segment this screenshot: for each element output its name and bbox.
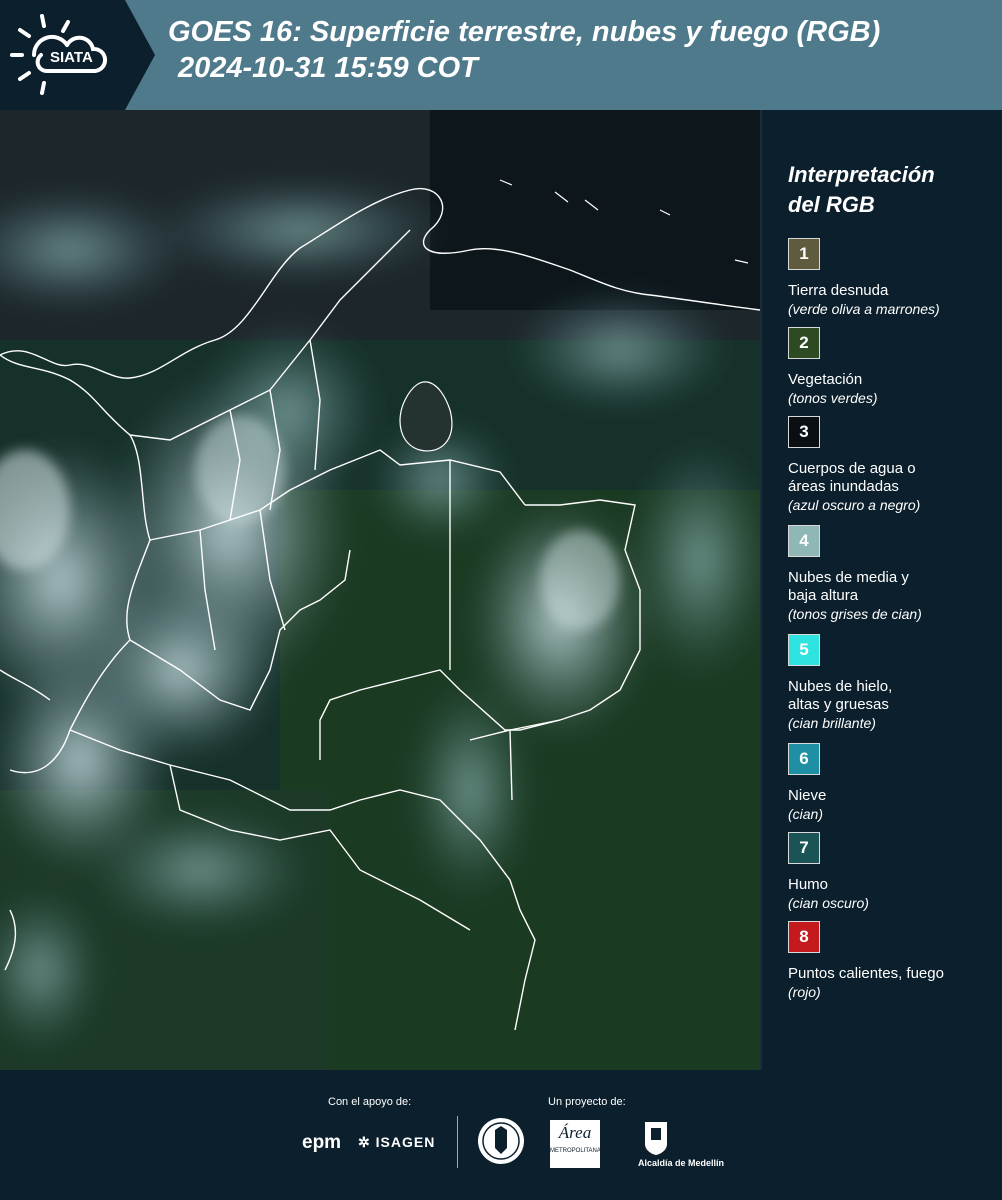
legend-item-fire: 8 Puntos calientes, fuego (rojo)	[788, 921, 988, 1010]
legend-item-label: Tierra desnuda	[788, 282, 889, 299]
legend-swatch: 7	[788, 832, 820, 864]
epm-logo: epm	[302, 1132, 342, 1153]
satellite-map	[0, 110, 762, 1070]
legend-item-snow: 6 Nieve (cian)	[788, 743, 988, 832]
legend-item-sub: (cian brillante)	[788, 715, 876, 731]
legend-swatch: 4	[788, 525, 820, 557]
seal-logo	[478, 1118, 524, 1164]
legend-item-sub: (rojo)	[788, 984, 821, 1000]
footer-sponsors: Con el apoyo de: Un proyecto de: epm ✲ I…	[0, 1070, 1002, 1200]
legend-item-bare-land: 1 Tierra desnuda (verde oliva a marrones…	[788, 238, 988, 327]
title-line-product: GOES 16: Superficie terrestre, nubes y f…	[168, 16, 881, 48]
legend-item-label: Nubes de media y baja altura	[788, 569, 909, 604]
header-bar: SIATA GOES 16: Superficie terrestre, nub…	[0, 0, 1002, 110]
isagen-logo: ✲ ISAGEN	[358, 1134, 436, 1150]
satellite-image	[0, 110, 760, 1070]
legend-item-sub: (tonos grises de cian)	[788, 606, 922, 622]
legend-item-label: Puntos calientes, fuego	[788, 965, 944, 982]
legend-swatch: 6	[788, 743, 820, 775]
legend-swatch: 2	[788, 327, 820, 359]
legend-title: Interpretación del RGB	[788, 162, 935, 217]
legend-item-water: 3 Cuerpos de agua o áreas inundadas (azu…	[788, 416, 988, 525]
alcaldia-label: Alcaldía de Medellín	[638, 1158, 725, 1168]
legend-item-sub: (cian)	[788, 806, 824, 822]
legend-item-sub: (tonos verdes)	[788, 390, 878, 406]
legend-item-sub: (azul oscuro a negro)	[788, 497, 921, 513]
legend-item-label: Nubes de hielo, altas y gruesas	[788, 678, 893, 713]
legend-item-label: Humo	[788, 876, 829, 893]
legend-item-low-clouds: 4 Nubes de media y baja altura (tonos gr…	[788, 525, 988, 634]
legend-swatch: 5	[788, 634, 820, 666]
isagen-star-icon: ✲	[358, 1134, 371, 1150]
page-title: GOES 16: Superficie terrestre, nubes y f…	[168, 14, 880, 86]
support-label: Con el apoyo de:	[328, 1096, 412, 1108]
legend-swatch: 3	[788, 416, 820, 448]
legend-item-sub: (cian oscuro)	[788, 895, 869, 911]
siata-logo-text: SIATA	[50, 49, 93, 66]
footer-divider	[457, 1116, 458, 1168]
legend-item-vegetation: 2 Vegetación (tonos verdes)	[788, 327, 988, 416]
project-label: Un proyecto de:	[548, 1096, 626, 1108]
legend-item-smoke: 7 Humo (cian oscuro)	[788, 832, 988, 921]
siata-logo: SIATA	[0, 0, 155, 110]
legend-item-label: Vegetación	[788, 371, 863, 388]
rgb-legend: Interpretación del RGB 1 Tierra desnuda …	[788, 160, 988, 1010]
legend-item-ice-clouds: 5 Nubes de hielo, altas y gruesas (cian …	[788, 634, 988, 743]
legend-item-label: Cuerpos de agua o áreas inundadas	[788, 460, 916, 495]
title-line-datetime: 2024-10-31 15:59 COT	[178, 52, 478, 84]
legend-swatch: 8	[788, 921, 820, 953]
legend-item-label: Nieve	[788, 787, 827, 804]
area-metropolitana-logo: Área METROPOLITANA	[550, 1120, 601, 1168]
alcaldia-shield-icon	[645, 1122, 667, 1155]
legend-item-sub: (verde oliva a marrones)	[788, 301, 940, 317]
legend-swatch: 1	[788, 238, 820, 270]
